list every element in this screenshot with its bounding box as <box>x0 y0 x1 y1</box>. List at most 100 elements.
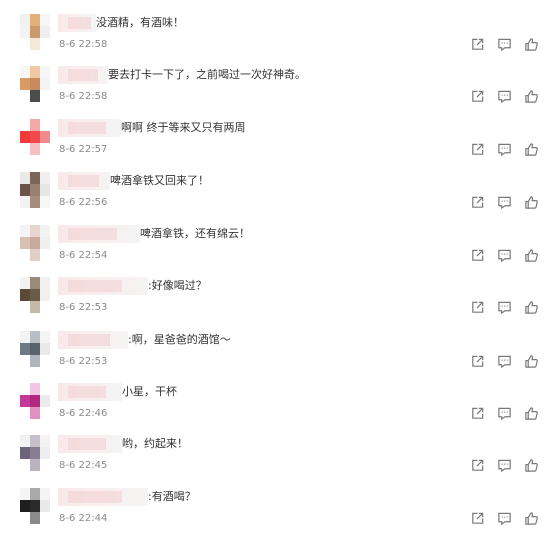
reply-icon <box>498 38 511 52</box>
comment-time: 8-6 22:57 <box>59 144 108 155</box>
like-icon <box>525 355 538 368</box>
username-blurred[interactable] <box>58 14 96 32</box>
like-icon <box>525 196 538 209</box>
comment-text: :有酒喝？ <box>148 490 196 503</box>
like-button[interactable] <box>523 194 540 211</box>
comment-item: 啤酒拿铁又回来了！ 8-6 22:56 <box>0 166 554 218</box>
reply-button[interactable] <box>496 457 513 474</box>
comment-actions <box>469 353 540 370</box>
reply-button[interactable] <box>496 141 513 158</box>
username-blurred[interactable] <box>58 66 108 84</box>
comment-text: :好像喝过？ <box>148 279 207 292</box>
comment-time: 8-6 22:53 <box>59 302 108 313</box>
comment-actions <box>469 510 540 527</box>
comment-text: 啊啊 终于等来又只有两周 <box>121 121 246 134</box>
comment-actions <box>469 299 540 316</box>
share-icon <box>472 459 484 471</box>
reply-button[interactable] <box>496 247 513 264</box>
comment-text: :啊，星爸爸的酒馆～ <box>128 333 231 346</box>
like-button[interactable] <box>523 510 540 527</box>
reply-button[interactable] <box>496 405 513 422</box>
share-icon <box>472 90 484 102</box>
like-button[interactable] <box>523 141 540 158</box>
share-icon <box>472 38 484 50</box>
reply-icon <box>498 249 511 263</box>
like-button[interactable] <box>523 299 540 316</box>
comment-time: 8-6 22:54 <box>59 250 108 261</box>
reply-button[interactable] <box>496 510 513 527</box>
reply-button[interactable] <box>496 88 513 105</box>
username-blurred[interactable] <box>58 277 148 295</box>
comment-item: 要去打卡一下了，之前喝过一次好神奇。 8-6 22:58 <box>0 60 554 112</box>
share-icon <box>472 407 484 419</box>
comment-actions <box>469 194 540 211</box>
like-button[interactable] <box>523 36 540 53</box>
comment-time: 8-6 22:58 <box>59 91 108 102</box>
avatar[interactable] <box>20 119 50 155</box>
share-button[interactable] <box>469 36 486 53</box>
share-button[interactable] <box>469 247 486 264</box>
avatar[interactable] <box>20 14 50 50</box>
reply-icon <box>498 459 511 473</box>
avatar[interactable] <box>20 435 50 471</box>
like-icon <box>525 301 538 314</box>
like-button[interactable] <box>523 353 540 370</box>
share-icon <box>472 196 484 208</box>
username-blurred[interactable] <box>58 435 122 453</box>
like-button[interactable] <box>523 88 540 105</box>
comment-time: 8-6 22:53 <box>59 356 108 367</box>
username-blurred[interactable] <box>58 119 121 137</box>
comment-time: 8-6 22:44 <box>59 513 108 524</box>
username-blurred[interactable] <box>58 331 128 349</box>
like-icon <box>525 459 538 472</box>
share-button[interactable] <box>469 457 486 474</box>
share-button[interactable] <box>469 510 486 527</box>
avatar[interactable] <box>20 66 50 102</box>
avatar[interactable] <box>20 331 50 367</box>
comment-text: 哟，约起来！ <box>122 437 188 450</box>
username-blurred[interactable] <box>58 383 122 401</box>
comment-item: 啊啊 终于等来又只有两周 8-6 22:57 <box>0 113 554 165</box>
like-icon <box>525 512 538 525</box>
reply-icon <box>498 143 511 157</box>
comment-text: 要去打卡一下了，之前喝过一次好神奇。 <box>108 68 306 81</box>
share-icon <box>472 512 484 524</box>
avatar[interactable] <box>20 277 50 313</box>
reply-button[interactable] <box>496 36 513 53</box>
comment-actions <box>469 88 540 105</box>
username-blurred[interactable] <box>58 488 148 506</box>
comment-text: 没酒精，有酒味！ <box>96 16 184 29</box>
comment-actions <box>469 405 540 422</box>
reply-icon <box>498 90 511 104</box>
comment-time: 8-6 22:45 <box>59 460 108 471</box>
share-button[interactable] <box>469 141 486 158</box>
username-blurred[interactable] <box>58 225 140 243</box>
share-icon <box>472 249 484 261</box>
username-blurred[interactable] <box>58 172 110 190</box>
reply-icon <box>498 301 511 315</box>
like-icon <box>525 249 538 262</box>
comment-item: :有酒喝？ 8-6 22:44 <box>0 482 554 534</box>
reply-button[interactable] <box>496 353 513 370</box>
like-button[interactable] <box>523 405 540 422</box>
comment-item: 哟，约起来！ 8-6 22:45 <box>0 429 554 481</box>
avatar[interactable] <box>20 488 50 524</box>
like-icon <box>525 90 538 103</box>
share-button[interactable] <box>469 299 486 316</box>
reply-icon <box>498 407 511 421</box>
share-button[interactable] <box>469 353 486 370</box>
like-button[interactable] <box>523 457 540 474</box>
avatar[interactable] <box>20 225 50 261</box>
share-button[interactable] <box>469 405 486 422</box>
share-icon <box>472 355 484 367</box>
comment-item: 啤酒拿铁，还有绵云！ 8-6 22:54 <box>0 219 554 271</box>
like-button[interactable] <box>523 247 540 264</box>
reply-button[interactable] <box>496 194 513 211</box>
share-button[interactable] <box>469 194 486 211</box>
reply-icon <box>498 196 511 210</box>
reply-button[interactable] <box>496 299 513 316</box>
avatar[interactable] <box>20 172 50 208</box>
comment-actions <box>469 247 540 264</box>
share-button[interactable] <box>469 88 486 105</box>
avatar[interactable] <box>20 383 50 419</box>
